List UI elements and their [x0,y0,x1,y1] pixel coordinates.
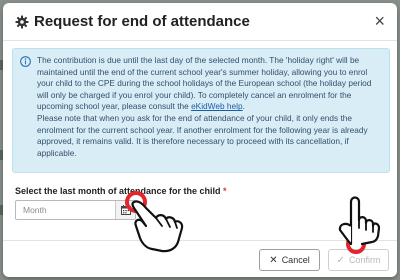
gear-icon [15,15,29,29]
dialog-title: Request for end of attendance [34,13,250,30]
month-picker [15,200,136,220]
required-marker: * [223,186,227,196]
info-circle-icon [20,56,31,67]
close-button[interactable]: × [374,12,385,30]
info-text: The contribution is due until the last d… [37,55,383,159]
hand-pointer-icon [125,191,184,253]
cancel-button[interactable]: ✕ Cancel [259,249,320,271]
info-paragraph-2: Please note that when you ask for the en… [37,112,368,158]
info-alert: The contribution is due until the last d… [12,48,390,173]
month-input[interactable] [16,201,117,219]
month-field-label-text: Select the last month of attendance for … [15,186,221,196]
cancel-label: Cancel [281,255,310,265]
dialog-header: Request for end of attendance × [3,3,397,41]
close-icon: ✕ [269,254,278,266]
info-link-suffix: . [242,101,245,112]
check-icon: ✓ [336,254,345,266]
ekidweb-help-link[interactable]: eKidWeb help [191,101,243,111]
confirm-label: Confirm [348,255,381,265]
hand-pointer-icon [338,196,380,254]
